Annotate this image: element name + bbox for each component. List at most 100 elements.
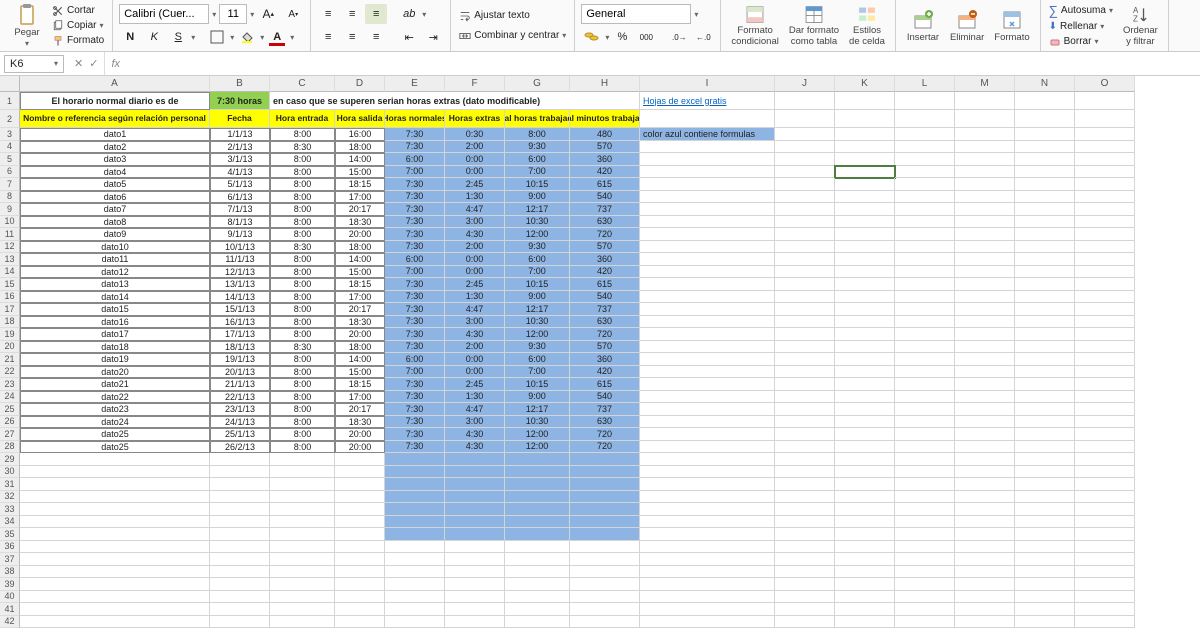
- cell[interactable]: [640, 528, 775, 541]
- cell[interactable]: [1015, 516, 1075, 529]
- cell-styles-button[interactable]: Estilos de celda: [845, 2, 889, 49]
- cell[interactable]: dato25: [20, 428, 210, 441]
- cell[interactable]: [895, 166, 955, 179]
- cell[interactable]: 6:00: [505, 353, 570, 366]
- cell[interactable]: [505, 553, 570, 566]
- cell[interactable]: [895, 616, 955, 629]
- cell[interactable]: 8:00: [270, 378, 335, 391]
- cell[interactable]: [835, 553, 895, 566]
- row-header[interactable]: 30: [0, 466, 20, 479]
- cell[interactable]: 15/1/13: [210, 303, 270, 316]
- cell[interactable]: [955, 478, 1015, 491]
- cell[interactable]: [955, 228, 1015, 241]
- cell[interactable]: 12:00: [505, 328, 570, 341]
- cell[interactable]: [835, 153, 895, 166]
- cell[interactable]: dato7: [20, 203, 210, 216]
- cell[interactable]: [210, 591, 270, 604]
- cell[interactable]: [835, 178, 895, 191]
- cell[interactable]: [1015, 110, 1075, 128]
- row-header[interactable]: 39: [0, 578, 20, 591]
- cell[interactable]: [270, 541, 335, 554]
- cell[interactable]: [1015, 553, 1075, 566]
- cell[interactable]: [835, 541, 895, 554]
- cell[interactable]: [1015, 528, 1075, 541]
- cell[interactable]: 0:00: [445, 166, 505, 179]
- cell[interactable]: [955, 278, 1015, 291]
- cell[interactable]: [955, 316, 1015, 329]
- cell[interactable]: [640, 216, 775, 229]
- cell[interactable]: [775, 291, 835, 304]
- row-header[interactable]: 29: [0, 453, 20, 466]
- cell[interactable]: [385, 528, 445, 541]
- cell[interactable]: 8:00: [505, 128, 570, 141]
- row-header[interactable]: 2: [0, 110, 20, 128]
- cell[interactable]: Total horas trabajadas: [505, 110, 570, 128]
- cell[interactable]: dato25: [20, 441, 210, 454]
- cell[interactable]: [385, 503, 445, 516]
- cell[interactable]: 0:00: [445, 366, 505, 379]
- cell[interactable]: [20, 503, 210, 516]
- cell[interactable]: [895, 566, 955, 579]
- cell[interactable]: 720: [570, 328, 640, 341]
- cell[interactable]: [835, 241, 895, 254]
- cell[interactable]: [895, 528, 955, 541]
- cell[interactable]: [1075, 441, 1135, 454]
- cell[interactable]: 8:00: [270, 153, 335, 166]
- cell[interactable]: 18:30: [335, 216, 385, 229]
- cell[interactable]: [955, 466, 1015, 479]
- cell[interactable]: [835, 303, 895, 316]
- cell[interactable]: [270, 591, 335, 604]
- row-header[interactable]: 36: [0, 541, 20, 554]
- cell[interactable]: [570, 528, 640, 541]
- row-header[interactable]: 7: [0, 178, 20, 191]
- cell[interactable]: [955, 441, 1015, 454]
- cell[interactable]: [775, 216, 835, 229]
- cell[interactable]: [835, 128, 895, 141]
- cell[interactable]: 8:00: [270, 291, 335, 304]
- cell[interactable]: [955, 110, 1015, 128]
- cell[interactable]: [775, 153, 835, 166]
- wrap-text-button[interactable]: Ajustar texto: [457, 9, 568, 23]
- cell[interactable]: [1075, 378, 1135, 391]
- cell[interactable]: [210, 516, 270, 529]
- cell[interactable]: [1075, 110, 1135, 128]
- cell[interactable]: El horario normal diario es de: [20, 92, 210, 110]
- cell[interactable]: 3:00: [445, 216, 505, 229]
- cell[interactable]: [1015, 591, 1075, 604]
- cell[interactable]: [335, 566, 385, 579]
- cell[interactable]: [895, 603, 955, 616]
- cell[interactable]: 7:30: [385, 416, 445, 429]
- cell[interactable]: 23/1/13: [210, 403, 270, 416]
- cell[interactable]: 4:47: [445, 303, 505, 316]
- cell[interactable]: 6:00: [385, 253, 445, 266]
- cell[interactable]: dato2: [20, 141, 210, 154]
- cell[interactable]: [1075, 541, 1135, 554]
- cell[interactable]: [335, 603, 385, 616]
- row-header[interactable]: 22: [0, 366, 20, 379]
- cell[interactable]: 7:30: [385, 328, 445, 341]
- cell[interactable]: [1075, 453, 1135, 466]
- cell[interactable]: [835, 528, 895, 541]
- cell[interactable]: [775, 541, 835, 554]
- row-header[interactable]: 33: [0, 503, 20, 516]
- cell[interactable]: [335, 516, 385, 529]
- cell[interactable]: [1015, 403, 1075, 416]
- select-all-corner[interactable]: [0, 76, 20, 92]
- cell[interactable]: [955, 591, 1015, 604]
- cell[interactable]: 8:00: [270, 391, 335, 404]
- cell[interactable]: [270, 528, 335, 541]
- row-header[interactable]: 4: [0, 141, 20, 154]
- cell[interactable]: [505, 503, 570, 516]
- cell[interactable]: [640, 416, 775, 429]
- cell[interactable]: 7:30 horas: [210, 92, 270, 110]
- cell[interactable]: [640, 391, 775, 404]
- cell[interactable]: [270, 453, 335, 466]
- cell[interactable]: [955, 416, 1015, 429]
- cell[interactable]: [445, 453, 505, 466]
- cell[interactable]: [640, 141, 775, 154]
- cell[interactable]: [640, 566, 775, 579]
- cell[interactable]: [270, 553, 335, 566]
- font-name-input[interactable]: [119, 4, 209, 24]
- row-header[interactable]: 18: [0, 316, 20, 329]
- cell[interactable]: [640, 591, 775, 604]
